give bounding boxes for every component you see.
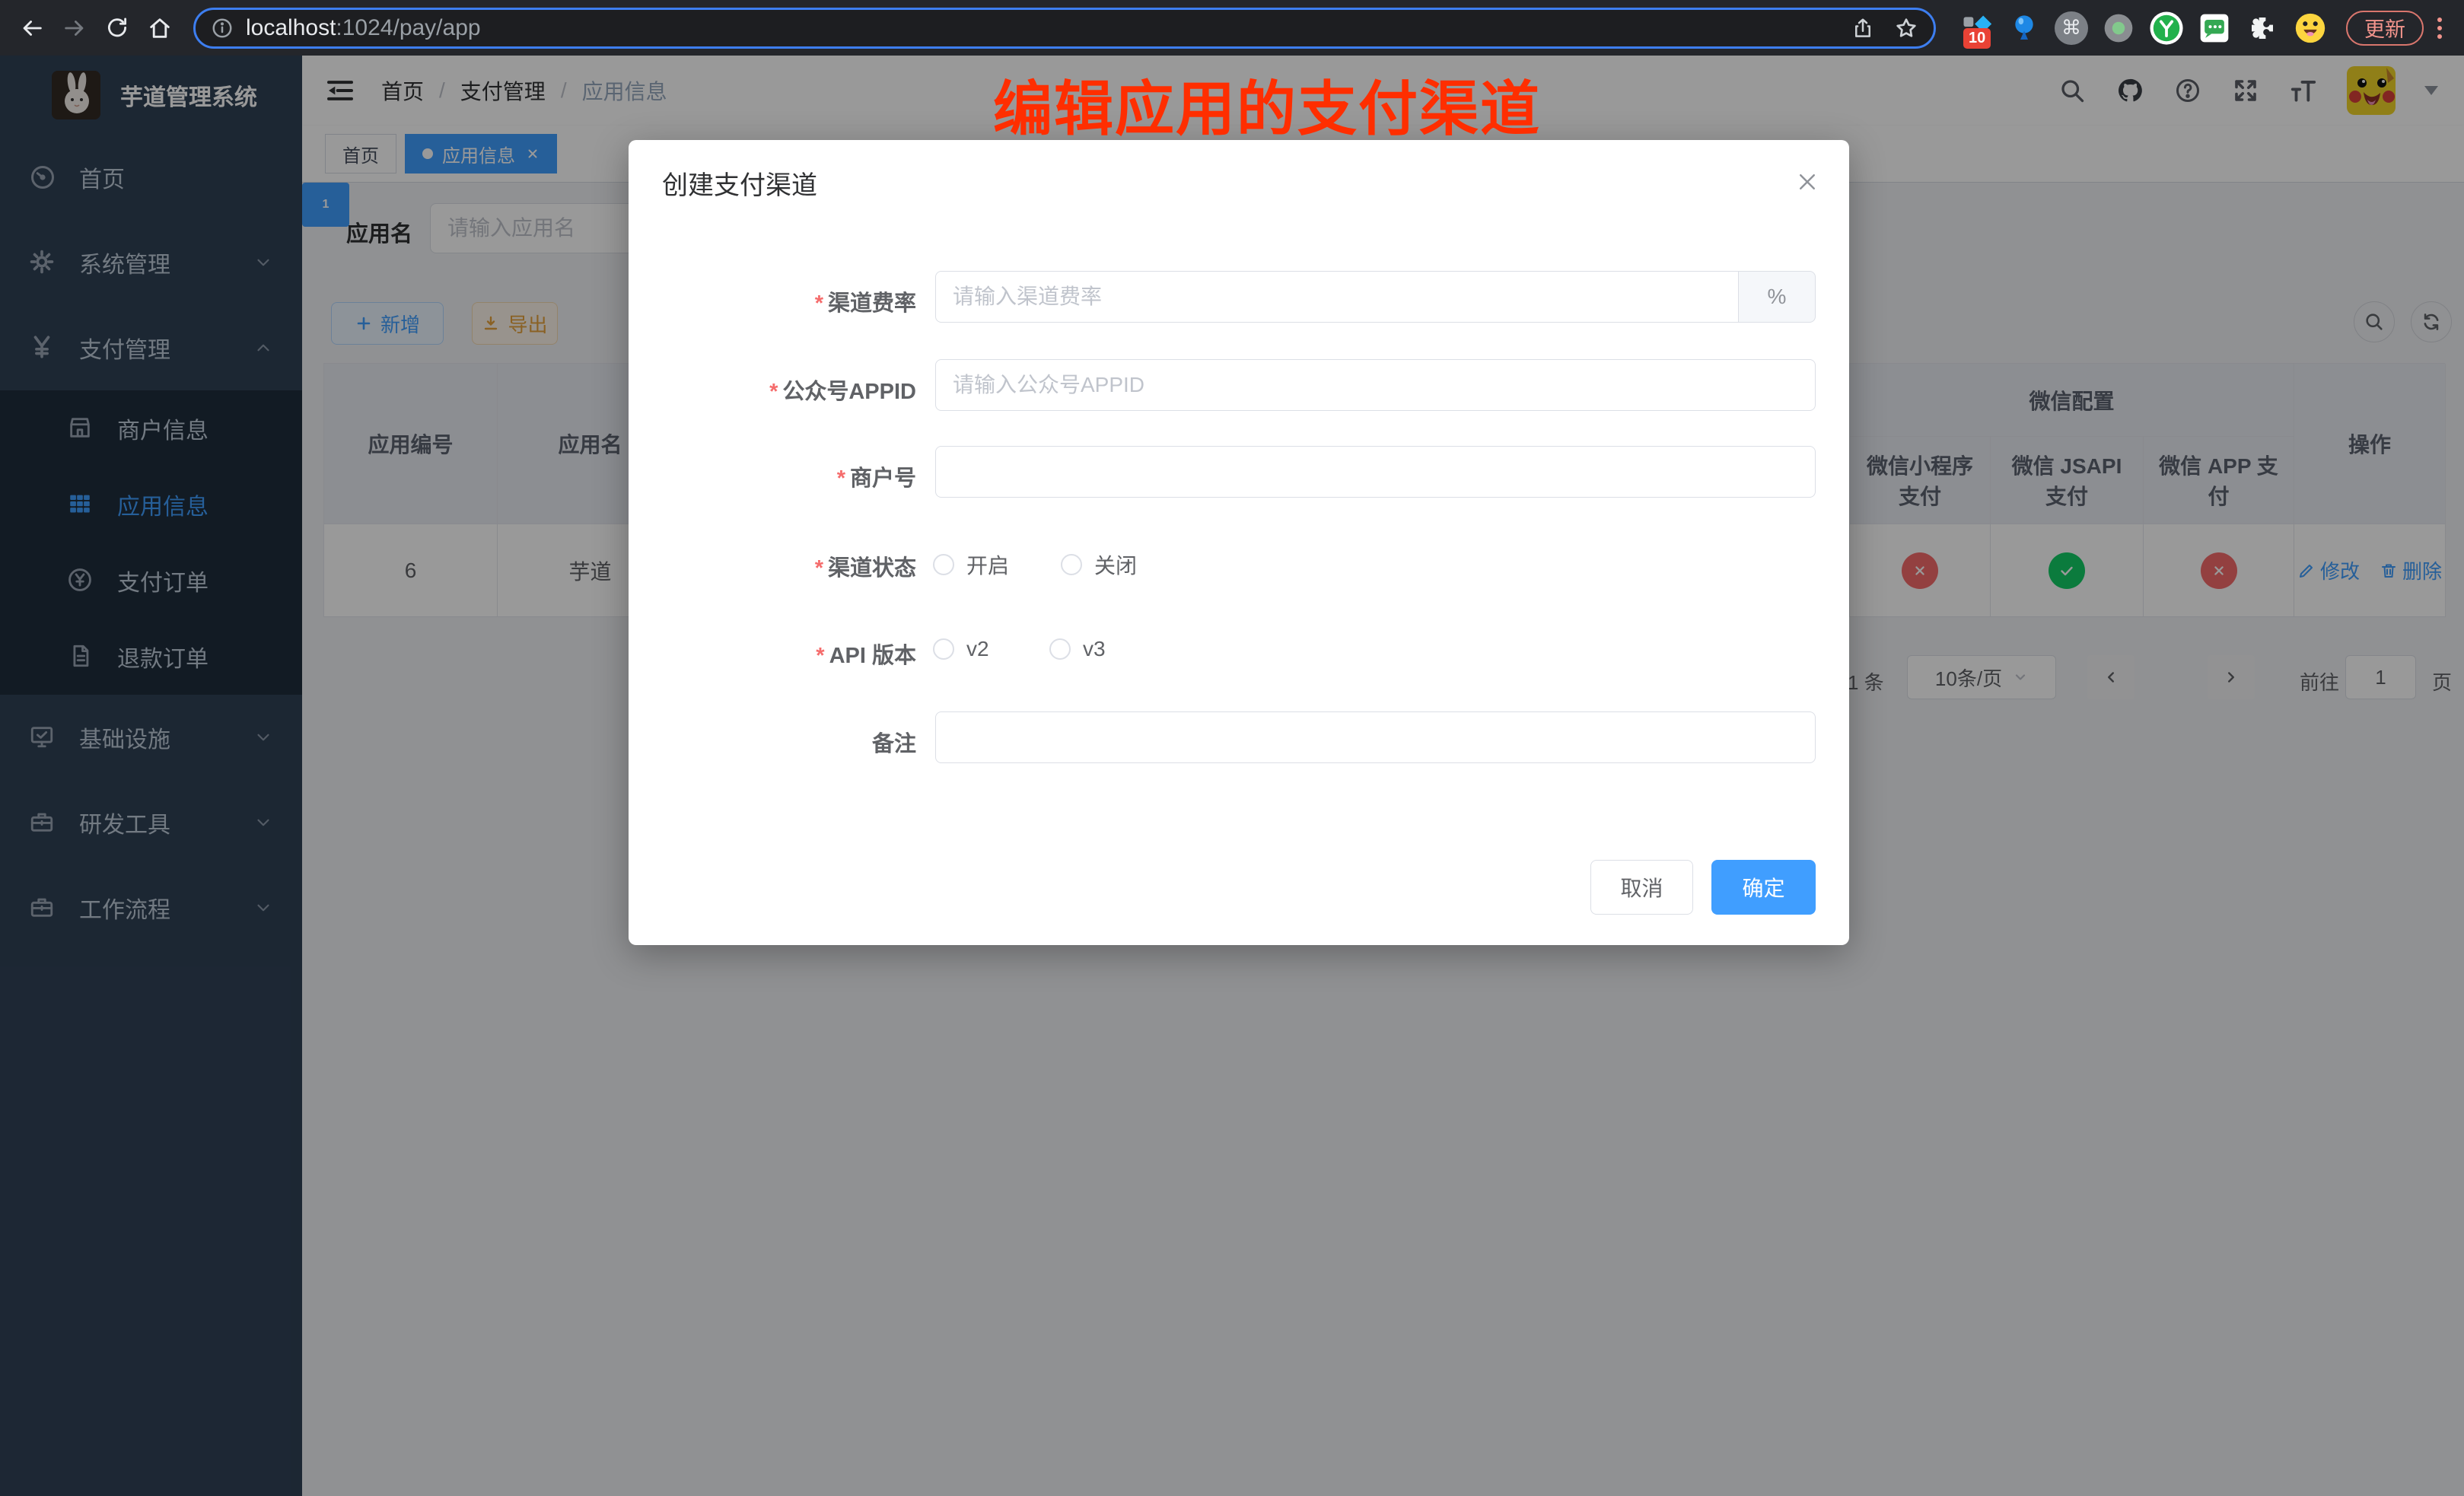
annotation-text: 编辑应用的支付渠道 (993, 62, 1541, 147)
app-root: 芋道管理系统 首页 系统管理 支付管理 (0, 56, 2464, 1496)
dialog-title: 创建支付渠道 (662, 164, 817, 202)
reload-icon (104, 15, 130, 41)
create-pay-channel-dialog: 创建支付渠道 *渠道费率 % *公众号APPID *商户号 (629, 140, 1849, 945)
fee-rate-suffix: % (1739, 271, 1816, 323)
browser-forward-button[interactable] (55, 8, 94, 48)
browser-home-button[interactable] (140, 8, 180, 48)
browser-back-button[interactable] (12, 8, 52, 48)
radio-icon (1049, 638, 1071, 660)
radio-status-open[interactable]: 开启 (933, 549, 1009, 580)
extension-y-icon[interactable] (2149, 11, 2184, 46)
browser-toolbar: localhost:1024/pay/app 10 ⌘ (0, 0, 2464, 56)
cancel-button[interactable]: 取消 (1590, 860, 1693, 915)
extension-emoji-icon[interactable] (2293, 11, 2328, 46)
browser-reload-button[interactable] (97, 8, 137, 48)
radio-icon (1061, 554, 1082, 575)
extension-chat-icon[interactable] (2197, 11, 2232, 46)
browser-menu-icon[interactable] (2437, 18, 2442, 39)
screen: localhost:1024/pay/app 10 ⌘ (0, 0, 2464, 1496)
bookmark-star-icon[interactable] (1894, 16, 1918, 40)
radio-api-v3[interactable]: v3 (1049, 637, 1106, 661)
appid-input[interactable] (935, 359, 1816, 411)
home-icon (147, 15, 173, 41)
browser-update-button[interactable]: 更新 (2346, 11, 2424, 46)
radio-api-v2[interactable]: v2 (933, 637, 989, 661)
site-info-icon (211, 17, 234, 40)
extension-command-icon[interactable]: ⌘ (2055, 11, 2088, 45)
extension-badge: 10 (1963, 28, 1991, 49)
extension-tag-icon[interactable]: 10 (1959, 11, 1994, 46)
back-icon (19, 15, 45, 41)
radio-icon (933, 638, 954, 660)
merchant-id-input[interactable] (935, 446, 1816, 498)
radio-icon (933, 554, 954, 575)
radio-status-closed[interactable]: 关闭 (1061, 549, 1137, 580)
remark-input[interactable] (935, 711, 1816, 763)
share-icon[interactable] (1851, 17, 1874, 40)
extensions-row: 10 ⌘ (1959, 11, 2328, 46)
url-bar[interactable]: localhost:1024/pay/app (193, 8, 1936, 49)
extension-grey-dot-icon[interactable] (2101, 11, 2136, 46)
fee-rate-input[interactable] (935, 271, 1739, 323)
extensions-puzzle-icon[interactable] (2245, 11, 2280, 46)
confirm-button[interactable]: 确定 (1711, 860, 1816, 915)
forward-icon (62, 15, 88, 41)
dialog-close-icon[interactable] (1796, 170, 1819, 193)
extension-balloon-icon[interactable] (2007, 11, 2042, 46)
url-text: localhost:1024/pay/app (246, 15, 481, 41)
